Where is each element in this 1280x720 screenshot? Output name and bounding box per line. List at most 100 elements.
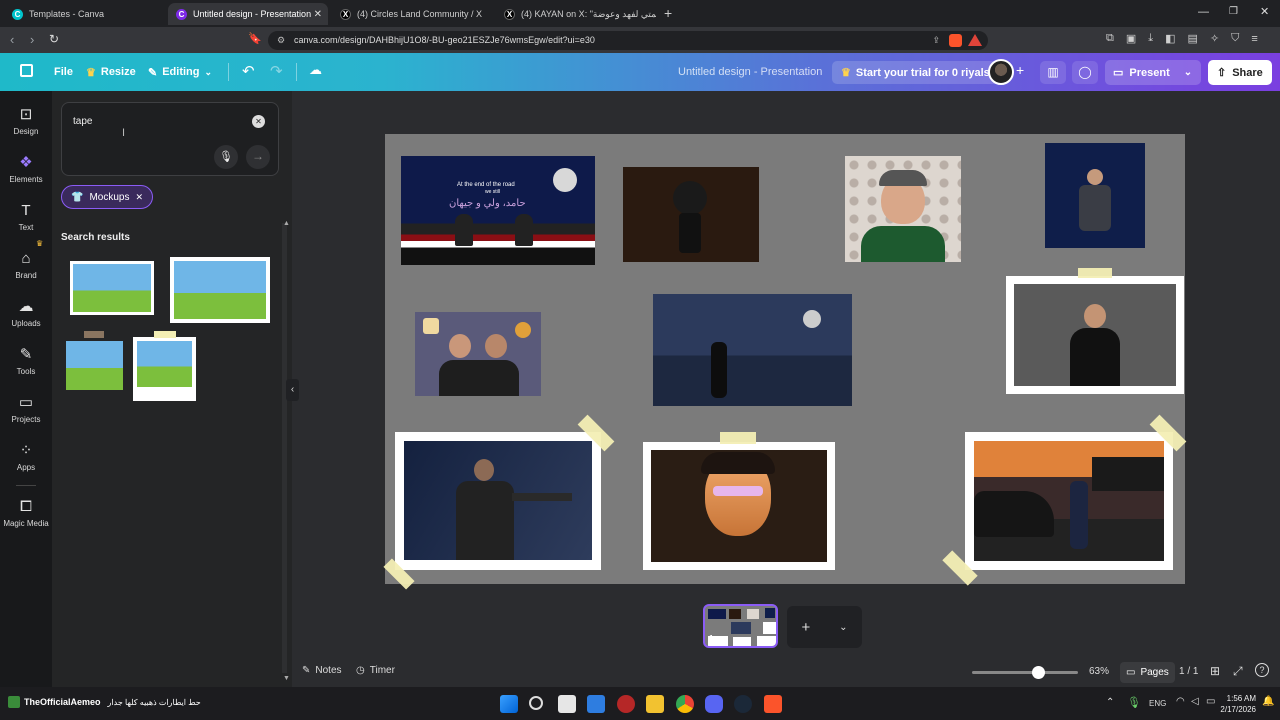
photo-poster-road[interactable]: At the end of the road we still حامد، ول… [401, 156, 595, 265]
polaroid-frame-hoodie[interactable] [1006, 276, 1184, 394]
notes-button[interactable]: ✎ Notes [302, 665, 342, 676]
photo-chibi-character[interactable] [623, 167, 759, 262]
result-tape-photo-4[interactable] [133, 337, 196, 401]
rail-item-elements[interactable]: ❖ Elements [0, 155, 52, 185]
forward-icon[interactable]: › [30, 32, 34, 47]
brave-rewards-icon[interactable] [968, 34, 982, 46]
wifi-icon[interactable]: ◠ [1176, 696, 1185, 707]
tab-kayan[interactable]: X (4) KAYAN on X: "رسمتي لفهد وعوضة ✏️ [496, 3, 656, 25]
tray-chevron-icon[interactable]: ⌃ [1106, 697, 1114, 708]
chrome-icon[interactable] [676, 695, 694, 713]
panel-toggle-icon[interactable] [20, 64, 33, 77]
rail-item-text[interactable]: T Text [0, 203, 52, 233]
result-tape-photo-1[interactable] [70, 261, 154, 315]
zoom-level[interactable]: 63% [1089, 666, 1109, 677]
brave-shield-icon[interactable] [949, 34, 962, 47]
chevron-down-icon[interactable]: ⌄ [839, 622, 847, 633]
rail-item-uploads[interactable]: ☁ Uploads [0, 299, 52, 329]
photo-night-sea[interactable] [653, 294, 852, 406]
app-icon[interactable] [617, 695, 635, 713]
document-title[interactable]: Untitled design - Presentation [678, 66, 822, 78]
start-trial-button[interactable]: ♛ Start your trial for 0 riyals [832, 61, 999, 84]
rail-item-apps[interactable]: ⁘ Apps [0, 443, 52, 473]
rail-item-tools[interactable]: ✎ Tools [0, 347, 52, 377]
language-indicator[interactable]: ENG [1149, 699, 1166, 708]
avatar[interactable] [988, 59, 1014, 85]
comment-icon[interactable]: ◯ [1072, 61, 1098, 84]
timer-button[interactable]: ◷ Timer [356, 665, 395, 676]
cloud-saved-icon[interactable]: ☁ [309, 62, 322, 78]
photo-standing-man[interactable] [1045, 143, 1145, 248]
panel-scrollbar[interactable] [282, 223, 287, 673]
page-thumbnail[interactable]: 1 [703, 604, 778, 648]
notifications-icon[interactable]: 🔔 [1262, 696, 1274, 707]
search-input[interactable]: tape [73, 116, 92, 127]
discord-icon[interactable] [705, 695, 723, 713]
sidebar-toggle-icon[interactable]: ◧ [1165, 32, 1175, 45]
chevron-down-icon[interactable]: ⌄ [1184, 67, 1192, 78]
window-close-icon[interactable]: ✕ [1260, 5, 1269, 18]
search-icon[interactable] [529, 696, 543, 710]
present-button[interactable]: ▭ Present ⌄ [1105, 60, 1201, 85]
clock[interactable]: 1:56 AM 2/17/2026 [1214, 693, 1256, 715]
grid-view-icon[interactable]: ⊞ [1210, 664, 1220, 678]
back-icon[interactable]: ‹ [10, 32, 14, 47]
new-tab-icon[interactable]: + [664, 5, 672, 21]
editing-mode-button[interactable]: ✎ Editing ⌄ [148, 61, 212, 83]
zoom-slider[interactable] [972, 666, 1078, 679]
design-canvas[interactable]: At the end of the road we still حامد، ول… [383, 134, 1187, 590]
screenshot-icon[interactable]: ▣ [1126, 32, 1136, 45]
result-tape-photo-2[interactable] [170, 257, 270, 323]
add-page-icon[interactable]: + [801, 619, 810, 636]
result-tape-photo-3[interactable] [66, 341, 123, 390]
resize-button[interactable]: ♛ Resize [86, 61, 136, 83]
url-field[interactable]: ⚙ canva.com/design/DAHBhijU1O8/-BU-geo21… [268, 31, 988, 50]
vpn-icon[interactable]: ⛉ [1231, 32, 1239, 45]
scroll-up-icon[interactable]: ▲ [283, 220, 290, 227]
tab-circles-land[interactable]: X (4) Circles Land Community / X [332, 3, 492, 25]
close-tab-icon[interactable]: ✕ [314, 9, 322, 20]
photo-two-friends[interactable] [415, 312, 541, 396]
wallet-icon[interactable]: ▤ [1188, 32, 1198, 45]
download-icon[interactable]: ⤓ [1148, 32, 1153, 45]
task-view-icon[interactable] [558, 695, 576, 713]
undo-icon[interactable]: ↶ [242, 62, 255, 80]
tab-templates-canva[interactable]: C Templates - Canva [4, 3, 164, 25]
polaroid-frame-portrait[interactable] [643, 442, 835, 570]
collapse-panel-icon[interactable]: ‹ [286, 379, 299, 401]
clear-search-icon[interactable]: ✕ [252, 115, 265, 128]
minimize-icon[interactable]: — [1198, 6, 1209, 18]
file-menu-button[interactable]: File [54, 61, 73, 83]
taskbar-news-widget[interactable]: TheOfficialAemeo حط ايطارات ذهبيه كلها ج… [8, 696, 201, 708]
pages-button[interactable]: ▭ Pages [1120, 662, 1175, 683]
redo-icon[interactable]: ↷ [270, 62, 283, 80]
maximize-icon[interactable]: ❐ [1229, 6, 1238, 17]
tab-untitled-design[interactable]: C Untitled design - Presentation ✕ [168, 3, 328, 25]
store-icon[interactable] [587, 695, 605, 713]
microphone-tray-icon[interactable]: 🎙 [1127, 696, 1141, 709]
filter-chip-mockups[interactable]: 👕 Mockups ✕ [61, 185, 154, 209]
file-explorer-icon[interactable] [646, 695, 664, 713]
leo-ai-icon[interactable]: ✧ [1210, 32, 1219, 45]
brave-browser-icon[interactable] [764, 695, 782, 713]
share-button[interactable]: ⇧ Share [1208, 60, 1272, 85]
volume-icon[interactable]: ◁ [1191, 696, 1199, 707]
reload-icon[interactable]: ↻ [49, 32, 59, 46]
add-collaborator-icon[interactable]: + [1016, 62, 1024, 78]
steam-icon[interactable] [734, 695, 752, 713]
bookmark-icon[interactable]: 🔖 [248, 32, 262, 45]
rail-item-design[interactable]: ⊡ Design [0, 107, 52, 137]
analytics-icon[interactable]: ▥ [1040, 61, 1066, 84]
site-info-icon[interactable]: ⚙ [277, 31, 285, 50]
zoom-slider-thumb[interactable] [1032, 666, 1046, 679]
rail-item-projects[interactable]: ▭ Projects [0, 395, 52, 425]
rail-item-brand[interactable]: ⌂ Brand [0, 251, 52, 281]
rail-item-magic-media[interactable]: ⧠ Magic Media [0, 499, 52, 529]
photo-cap-man[interactable] [845, 156, 961, 262]
remove-filter-icon[interactable]: ✕ [135, 192, 143, 203]
extensions-icon[interactable]: ⧉ [1106, 32, 1114, 45]
share-url-icon[interactable]: ⇪ [932, 31, 940, 50]
scroll-down-icon[interactable]: ▼ [283, 675, 290, 682]
submit-arrow-icon[interactable]: → [246, 145, 270, 169]
polaroid-frame-gunman[interactable] [395, 432, 601, 570]
